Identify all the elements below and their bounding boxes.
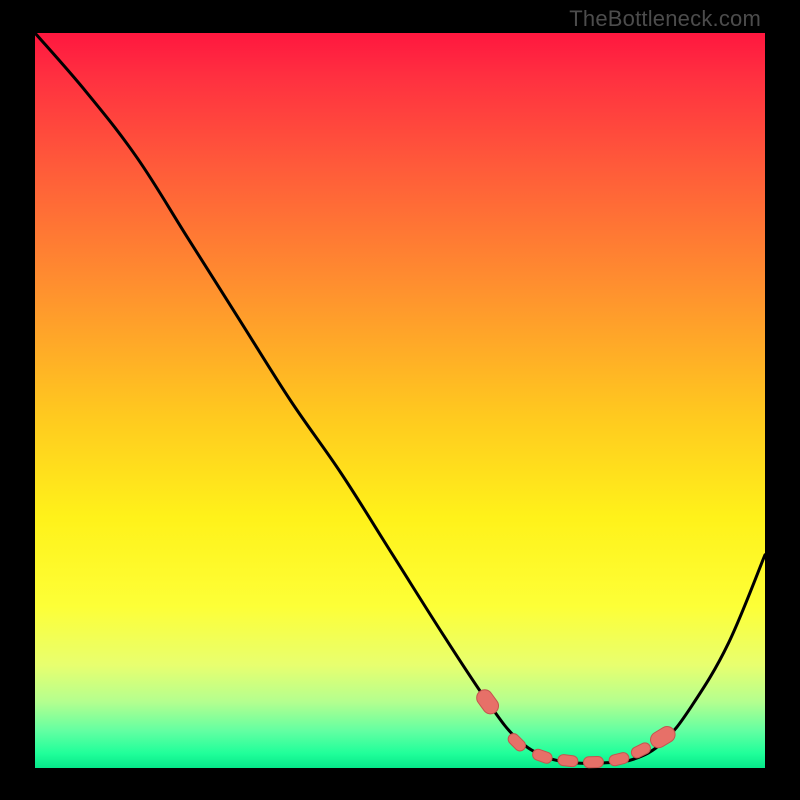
watermark-text: TheBottleneck.com: [569, 6, 761, 32]
chart-frame: TheBottleneck.com: [0, 0, 800, 800]
plot-area: [35, 33, 765, 768]
